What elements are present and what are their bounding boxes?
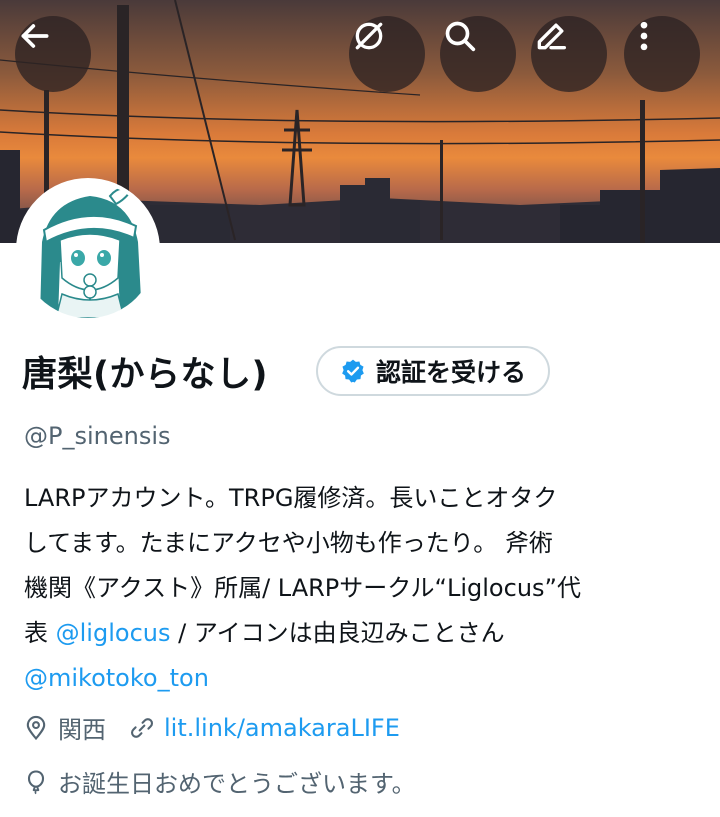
get-verified-label: 認証を受ける xyxy=(376,358,527,387)
mention-link-liglocus[interactable]: @liglocus xyxy=(56,619,171,647)
mention-link-mikotoko[interactable]: @mikotoko_ton xyxy=(24,656,704,701)
edit-button[interactable] xyxy=(531,16,607,92)
bio-line: してます。たまにアクセや小物も作ったり。 斧術 xyxy=(24,529,553,557)
balloon-icon xyxy=(22,768,50,796)
bio-text: 表 xyxy=(24,619,56,647)
profile-meta-row: 関西 lit.link/amakaraLIFE xyxy=(22,710,400,745)
avatar-image xyxy=(20,182,156,318)
get-verified-button[interactable]: 認証を受ける xyxy=(316,346,551,396)
search-button[interactable] xyxy=(440,16,516,92)
back-button[interactable] xyxy=(15,16,91,92)
profile-bio: LARPアカウント。TRPG履修済。長いことオタク してます。たまにアクセや小物… xyxy=(24,476,704,701)
bio-line: 機関《アクスト》所属/ LARPサークル“Liglocus”代 xyxy=(24,574,581,602)
mute-button[interactable] xyxy=(349,16,425,92)
bio-line: 表 @liglocus / アイコンは由良辺みことさん xyxy=(24,611,704,656)
link-icon xyxy=(128,714,156,742)
display-name: 唐梨(からなし) xyxy=(22,355,268,395)
location-text: 関西 xyxy=(58,716,106,744)
mute-icon xyxy=(355,22,383,50)
bio-text: / アイコンは由良辺みことさん xyxy=(170,619,505,647)
arrow-left-icon xyxy=(21,24,49,48)
website-link[interactable]: lit.link/amakaraLIFE xyxy=(164,714,400,742)
location-icon xyxy=(22,714,50,742)
birthday-row: お誕生日おめでとうございます。 xyxy=(22,764,416,799)
verified-badge-icon xyxy=(342,359,364,383)
user-handle: @P_sinensis xyxy=(24,422,171,450)
search-icon xyxy=(445,21,476,52)
bio-line: LARPアカウント。TRPG履修済。長いことオタク xyxy=(24,484,558,512)
more-button[interactable] xyxy=(624,16,700,92)
edit-icon xyxy=(537,23,566,50)
avatar[interactable] xyxy=(16,178,160,322)
birthday-text: お誕生日おめでとうございます。 xyxy=(58,770,416,798)
more-icon xyxy=(640,21,648,51)
